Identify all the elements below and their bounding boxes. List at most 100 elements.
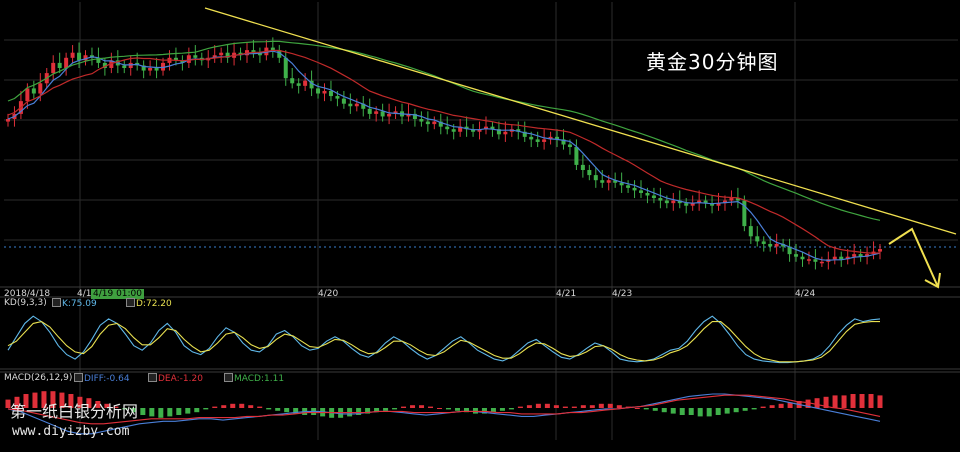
candle-body bbox=[322, 90, 327, 94]
candle-body bbox=[806, 259, 811, 261]
candle-body bbox=[794, 254, 799, 257]
kd-label: KD(9,3,3) bbox=[4, 298, 47, 308]
candle-body bbox=[38, 83, 43, 94]
d-value-text: D:72.20 bbox=[136, 299, 172, 309]
chart-root: { "chart_data": { "type": "candlestick",… bbox=[0, 0, 960, 452]
macd-bar bbox=[562, 406, 568, 408]
macd-bar bbox=[383, 408, 389, 411]
candle-body bbox=[25, 88, 30, 102]
candle-body bbox=[664, 200, 669, 204]
macd-dea-line bbox=[7, 394, 881, 425]
candle-body bbox=[148, 68, 153, 71]
macd-bar bbox=[724, 408, 730, 414]
macd-bar bbox=[877, 395, 883, 408]
candle-body bbox=[574, 147, 579, 165]
candle-body bbox=[813, 259, 818, 262]
candle-body bbox=[451, 129, 456, 132]
date-label: 4/23 bbox=[612, 289, 633, 299]
chart-canvas bbox=[0, 2, 960, 440]
candle-body bbox=[774, 243, 779, 247]
macd-bar bbox=[167, 408, 173, 417]
candle-body bbox=[606, 180, 611, 183]
macd-bar bbox=[778, 403, 784, 408]
candle-body bbox=[354, 103, 359, 107]
macd-bar bbox=[499, 408, 505, 411]
watermark-text: 第一纸白银分析网 bbox=[10, 402, 139, 421]
macd-bar bbox=[437, 408, 443, 409]
candle-body bbox=[77, 52, 82, 61]
candle-body bbox=[535, 139, 540, 142]
macd-toggle-icon[interactable] bbox=[224, 373, 233, 382]
diff-toggle-icon[interactable] bbox=[74, 373, 83, 382]
candle-body bbox=[219, 52, 224, 56]
macd-bar bbox=[733, 408, 739, 413]
candle-body bbox=[626, 185, 631, 188]
candle-body bbox=[567, 144, 572, 148]
macd-bar bbox=[454, 408, 460, 411]
macd-bar bbox=[553, 405, 559, 408]
macd-bar bbox=[868, 394, 874, 408]
candle-body bbox=[341, 98, 346, 104]
candle-body bbox=[6, 119, 10, 122]
watermark-url: www.diyizby.com bbox=[12, 424, 130, 439]
macd-bar bbox=[598, 403, 604, 408]
macd-bar bbox=[769, 405, 775, 408]
candle-body bbox=[684, 203, 689, 206]
macd-bar bbox=[176, 408, 182, 415]
macd-bar bbox=[194, 408, 200, 413]
candle-body bbox=[425, 121, 430, 125]
candle-body bbox=[729, 198, 734, 201]
forecast-arrow bbox=[888, 227, 939, 288]
macd-bar bbox=[472, 408, 478, 414]
macd-bar bbox=[410, 405, 416, 408]
macd-bar bbox=[149, 408, 155, 417]
candle-body bbox=[348, 103, 353, 107]
macd-bar bbox=[275, 408, 281, 411]
candle-body bbox=[593, 175, 598, 181]
candle-body bbox=[839, 256, 844, 260]
candle-body bbox=[57, 62, 62, 68]
macd-bar bbox=[670, 408, 676, 414]
candle-body bbox=[328, 90, 333, 97]
candle-body bbox=[671, 200, 676, 204]
macd-bar bbox=[392, 408, 398, 410]
candle-body bbox=[632, 187, 637, 191]
macd-bar bbox=[212, 406, 218, 408]
candle-body bbox=[367, 108, 372, 114]
candle-body bbox=[31, 88, 36, 94]
macd-bar bbox=[841, 395, 847, 408]
macd-bar bbox=[284, 408, 290, 413]
dea-value-text: DEA:-1.20 bbox=[158, 374, 203, 384]
candle-body bbox=[70, 52, 75, 58]
candle-body bbox=[587, 170, 592, 176]
kd-k-line bbox=[7, 315, 881, 364]
candle-body bbox=[768, 243, 773, 247]
candle-body bbox=[335, 96, 340, 99]
d-toggle-icon[interactable] bbox=[126, 298, 135, 307]
candle-body bbox=[419, 119, 424, 122]
candle-body bbox=[832, 256, 837, 260]
macd-bar bbox=[221, 405, 227, 408]
dea-toggle-icon[interactable] bbox=[148, 373, 157, 382]
macd-bar bbox=[850, 394, 856, 408]
candle-body bbox=[755, 236, 760, 242]
candle-body bbox=[193, 55, 198, 58]
macd-bar bbox=[661, 408, 667, 413]
candle-body bbox=[122, 65, 127, 68]
kd-d-line bbox=[7, 321, 880, 363]
macd-bar bbox=[203, 408, 209, 410]
macd-diff-line bbox=[7, 393, 881, 435]
candle-body bbox=[316, 88, 321, 94]
macd-bar bbox=[697, 408, 703, 417]
k-toggle-icon[interactable] bbox=[52, 298, 61, 307]
macd-bar bbox=[688, 408, 694, 415]
macd-bar bbox=[706, 408, 712, 417]
date-label: 4/24 bbox=[795, 289, 816, 299]
candle-body bbox=[819, 261, 824, 264]
candle-body bbox=[645, 192, 650, 196]
candle-body bbox=[580, 164, 585, 170]
candle-body bbox=[290, 78, 295, 84]
candle-body bbox=[51, 62, 56, 74]
candle-body bbox=[445, 126, 450, 130]
macd-bar bbox=[266, 408, 272, 410]
